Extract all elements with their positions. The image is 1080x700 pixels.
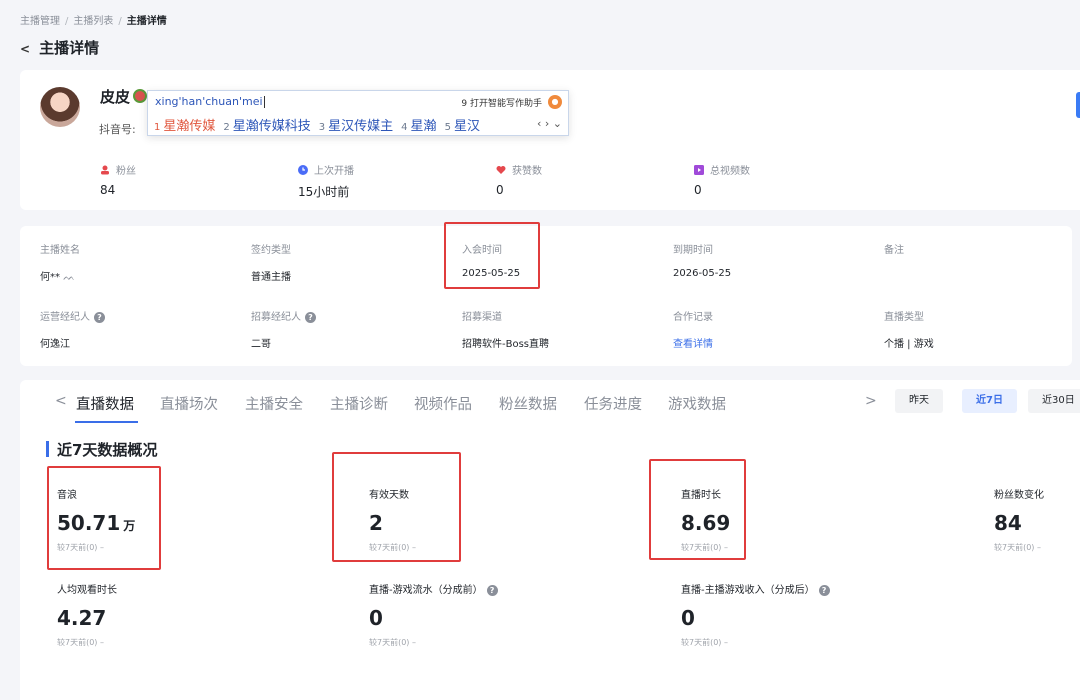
page-title: < 主播详情: [20, 37, 99, 58]
highlight-box: [332, 452, 461, 562]
ime-candidate[interactable]: 4 星瀚: [401, 115, 436, 134]
stat-last-live-value: 15小时前: [298, 185, 350, 199]
breadcrumb-item-anchor-management[interactable]: 主播管理: [20, 16, 60, 27]
info-live-type: 直播类型 个播 | 游戏: [884, 312, 934, 350]
ime-assistant-link[interactable]: 9 打开智能写作助手: [461, 96, 542, 109]
ime-composition: xing'han'chuan'mei: [155, 95, 265, 108]
stat-last-live: 上次开播 15小时前: [298, 165, 354, 199]
back-arrow-icon[interactable]: <: [20, 42, 30, 56]
tabs-prev-icon[interactable]: <: [55, 393, 67, 409]
stat-fans-value: 84: [100, 183, 116, 197]
tab-fans-data[interactable]: 粉丝数据: [499, 393, 557, 414]
info-contract-type: 签约类型 普通主播: [251, 245, 291, 283]
help-icon[interactable]: ?: [305, 312, 316, 323]
ime-candidate[interactable]: 2 星瀚传媒科技: [223, 115, 310, 134]
ime-candidate[interactable]: 1 星瀚传媒: [154, 115, 215, 134]
section-accent-bar: [46, 441, 49, 457]
info-remark: 备注: [884, 245, 904, 256]
metric-game-income: 直播-主播游戏收入（分成后）? 0 较7天前(0) –: [681, 581, 830, 648]
stat-fans: 粉丝 84: [100, 165, 136, 197]
stat-likes: 获赞数 0: [496, 166, 542, 197]
active-tab-indicator: [75, 421, 138, 423]
edit-button[interactable]: [1076, 92, 1080, 118]
ime-candidate[interactable]: 5 星汉: [445, 115, 480, 134]
help-icon[interactable]: ?: [818, 585, 830, 596]
stat-videos: 总视频数 0: [694, 165, 750, 197]
video-icon: [694, 165, 704, 175]
info-expire-date: 到期时间 2026-05-25: [673, 245, 732, 279]
info-channel: 招募渠道 招聘软件-Boss直聘: [462, 312, 550, 350]
fans-icon: [101, 165, 109, 175]
period-7days[interactable]: 近7日: [962, 389, 1017, 413]
help-icon[interactable]: ?: [94, 312, 105, 323]
tabs-next-icon[interactable]: >: [865, 393, 877, 409]
help-icon[interactable]: ?: [486, 585, 498, 596]
highlight-box: [47, 466, 161, 570]
highlight-box: [649, 459, 746, 560]
metric-game-flow: 直播-游戏流水（分成前）? 0 较7天前(0) –: [369, 581, 498, 648]
tab-anchor-safety[interactable]: 主播安全: [245, 393, 303, 414]
heart-icon: [496, 166, 506, 174]
tab-live-sessions[interactable]: 直播场次: [160, 393, 218, 414]
avatar: [40, 87, 80, 127]
tab-live-data[interactable]: 直播数据: [76, 393, 134, 414]
ime-candidate-list: 1 星瀚传媒 2 星瀚传媒科技 3 星汉传媒主 4 星瀚 5 星汉: [154, 115, 488, 134]
anchor-name: 皮皮: [100, 88, 131, 106]
info-recruiter: 招募经纪人? 二哥: [251, 308, 316, 350]
tab-task-progress[interactable]: 任务进度: [584, 393, 642, 414]
ime-page-nav-icon[interactable]: ‹ › ⌄: [537, 117, 562, 130]
clock-icon: [298, 165, 308, 175]
stat-likes-value: 0: [496, 183, 504, 197]
tab-videos[interactable]: 视频作品: [414, 393, 472, 414]
breadcrumb-item-current: 主播详情: [126, 16, 167, 27]
info-operator: 运营经纪人? 何逸江: [40, 308, 105, 350]
info-card: 主播姓名 何** ᨓ 签约类型 普通主播 入会时间 2025-05-25 到期时…: [20, 226, 1072, 366]
info-anchor-name: 主播姓名 何** ᨓ: [40, 245, 80, 283]
section-title: 近7天数据概况: [57, 441, 158, 459]
data-card: < 直播数据 直播场次 主播安全 主播诊断 视频作品 粉丝数据 任务进度 游戏数…: [20, 380, 1080, 700]
douyin-id-label: 抖音号:: [99, 123, 136, 136]
assistant-icon[interactable]: ●: [548, 95, 562, 109]
ime-candidate-popup: xing'han'chuan'mei 9 打开智能写作助手 ● 1 星瀚传媒 2 星瀚…: [147, 90, 569, 136]
highlight-box: [444, 222, 540, 289]
tomato-emoji-icon: [133, 89, 147, 103]
tab-anchor-diagnosis[interactable]: 主播诊断: [330, 393, 388, 414]
eye-closed-icon[interactable]: ᨓ: [63, 272, 75, 283]
metric-fans-change: 粉丝数变化 84 较7天前(0) –: [994, 490, 1044, 552]
page-title-text: 主播详情: [39, 39, 100, 57]
ime-candidate[interactable]: 3 星汉传媒主: [319, 115, 393, 134]
breadcrumb: 主播管理 / 主播列表 / 主播详情: [20, 16, 167, 27]
stat-videos-value: 0: [694, 183, 702, 197]
period-yesterday[interactable]: 昨天: [895, 389, 943, 413]
breadcrumb-item-anchor-list[interactable]: 主播列表: [73, 16, 113, 27]
view-details-link[interactable]: 查看详情: [673, 335, 713, 350]
tab-game-data[interactable]: 游戏数据: [668, 393, 726, 414]
period-30days[interactable]: 近30日: [1028, 389, 1080, 413]
metric-avg-watch: 人均观看时长 4.27 较7天前(0) –: [57, 585, 117, 647]
info-cooperation: 合作记录 查看详情: [673, 312, 713, 350]
